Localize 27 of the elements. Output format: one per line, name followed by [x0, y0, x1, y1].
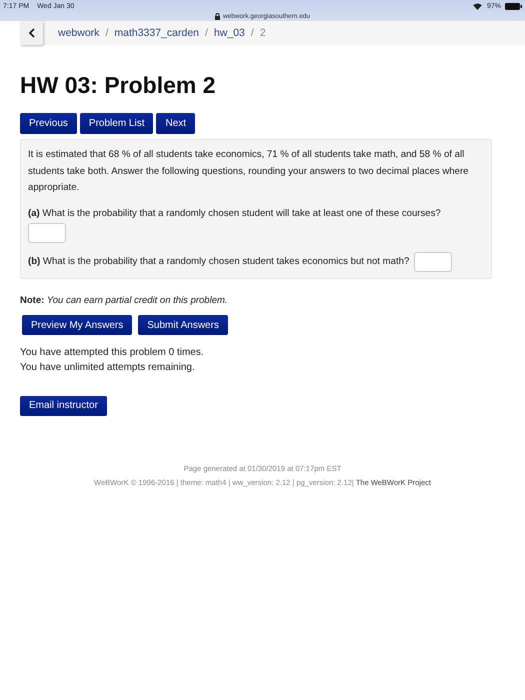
breadcrumb-link[interactable]: webwork [58, 27, 100, 39]
problem-statement: It is estimated that 68 % of all students take economics, 71 % of all students take math, and 58 % of all students take both. Answer the following questions, rounding your answers to two decimal places where appropriate. [28, 148, 470, 195]
page-title: HW 03: Problem 2 [20, 72, 217, 99]
attempts-text: You have attempted this problem 0 times. [20, 346, 205, 360]
back-button[interactable] [20, 21, 43, 45]
nav-button[interactable]: Problem List [80, 113, 154, 134]
answer-field[interactable] [28, 223, 66, 243]
breadcrumb-link[interactable]: math3337_carden [114, 27, 200, 39]
breadcrumb-separator: / [205, 27, 208, 39]
email-button[interactable]: Email instructor [20, 396, 107, 416]
chevron-left-icon [28, 28, 34, 38]
note-text: Note: You can earn partial credit on this problem. [20, 295, 229, 306]
nav-button[interactable]: Next [156, 113, 196, 134]
submit-button[interactable]: Preview My Answers [22, 315, 132, 335]
breadcrumb-link[interactable]: hw_03 [214, 27, 245, 39]
breadcrumb-separator: / [250, 27, 254, 39]
attempts-text: You have unlimited attempts remaining. [20, 361, 196, 375]
question-text: (b) What is the probability that a randomly chosen student takes economics but not math? [28, 254, 410, 269]
battery-icon [505, 3, 522, 10]
question-text: (a) What is the probability that a randomly chosen student will take at least one of these courses? [28, 208, 441, 218]
answer-field[interactable] [414, 252, 452, 272]
wifi-icon [472, 3, 482, 10]
submit-button[interactable]: Submit Answers [138, 315, 228, 335]
lock-icon [214, 13, 220, 20]
nav-button[interactable]: Previous [20, 113, 77, 134]
breadcrumb-separator: / [105, 27, 108, 39]
breadcrumb-current: 2 [260, 27, 266, 39]
